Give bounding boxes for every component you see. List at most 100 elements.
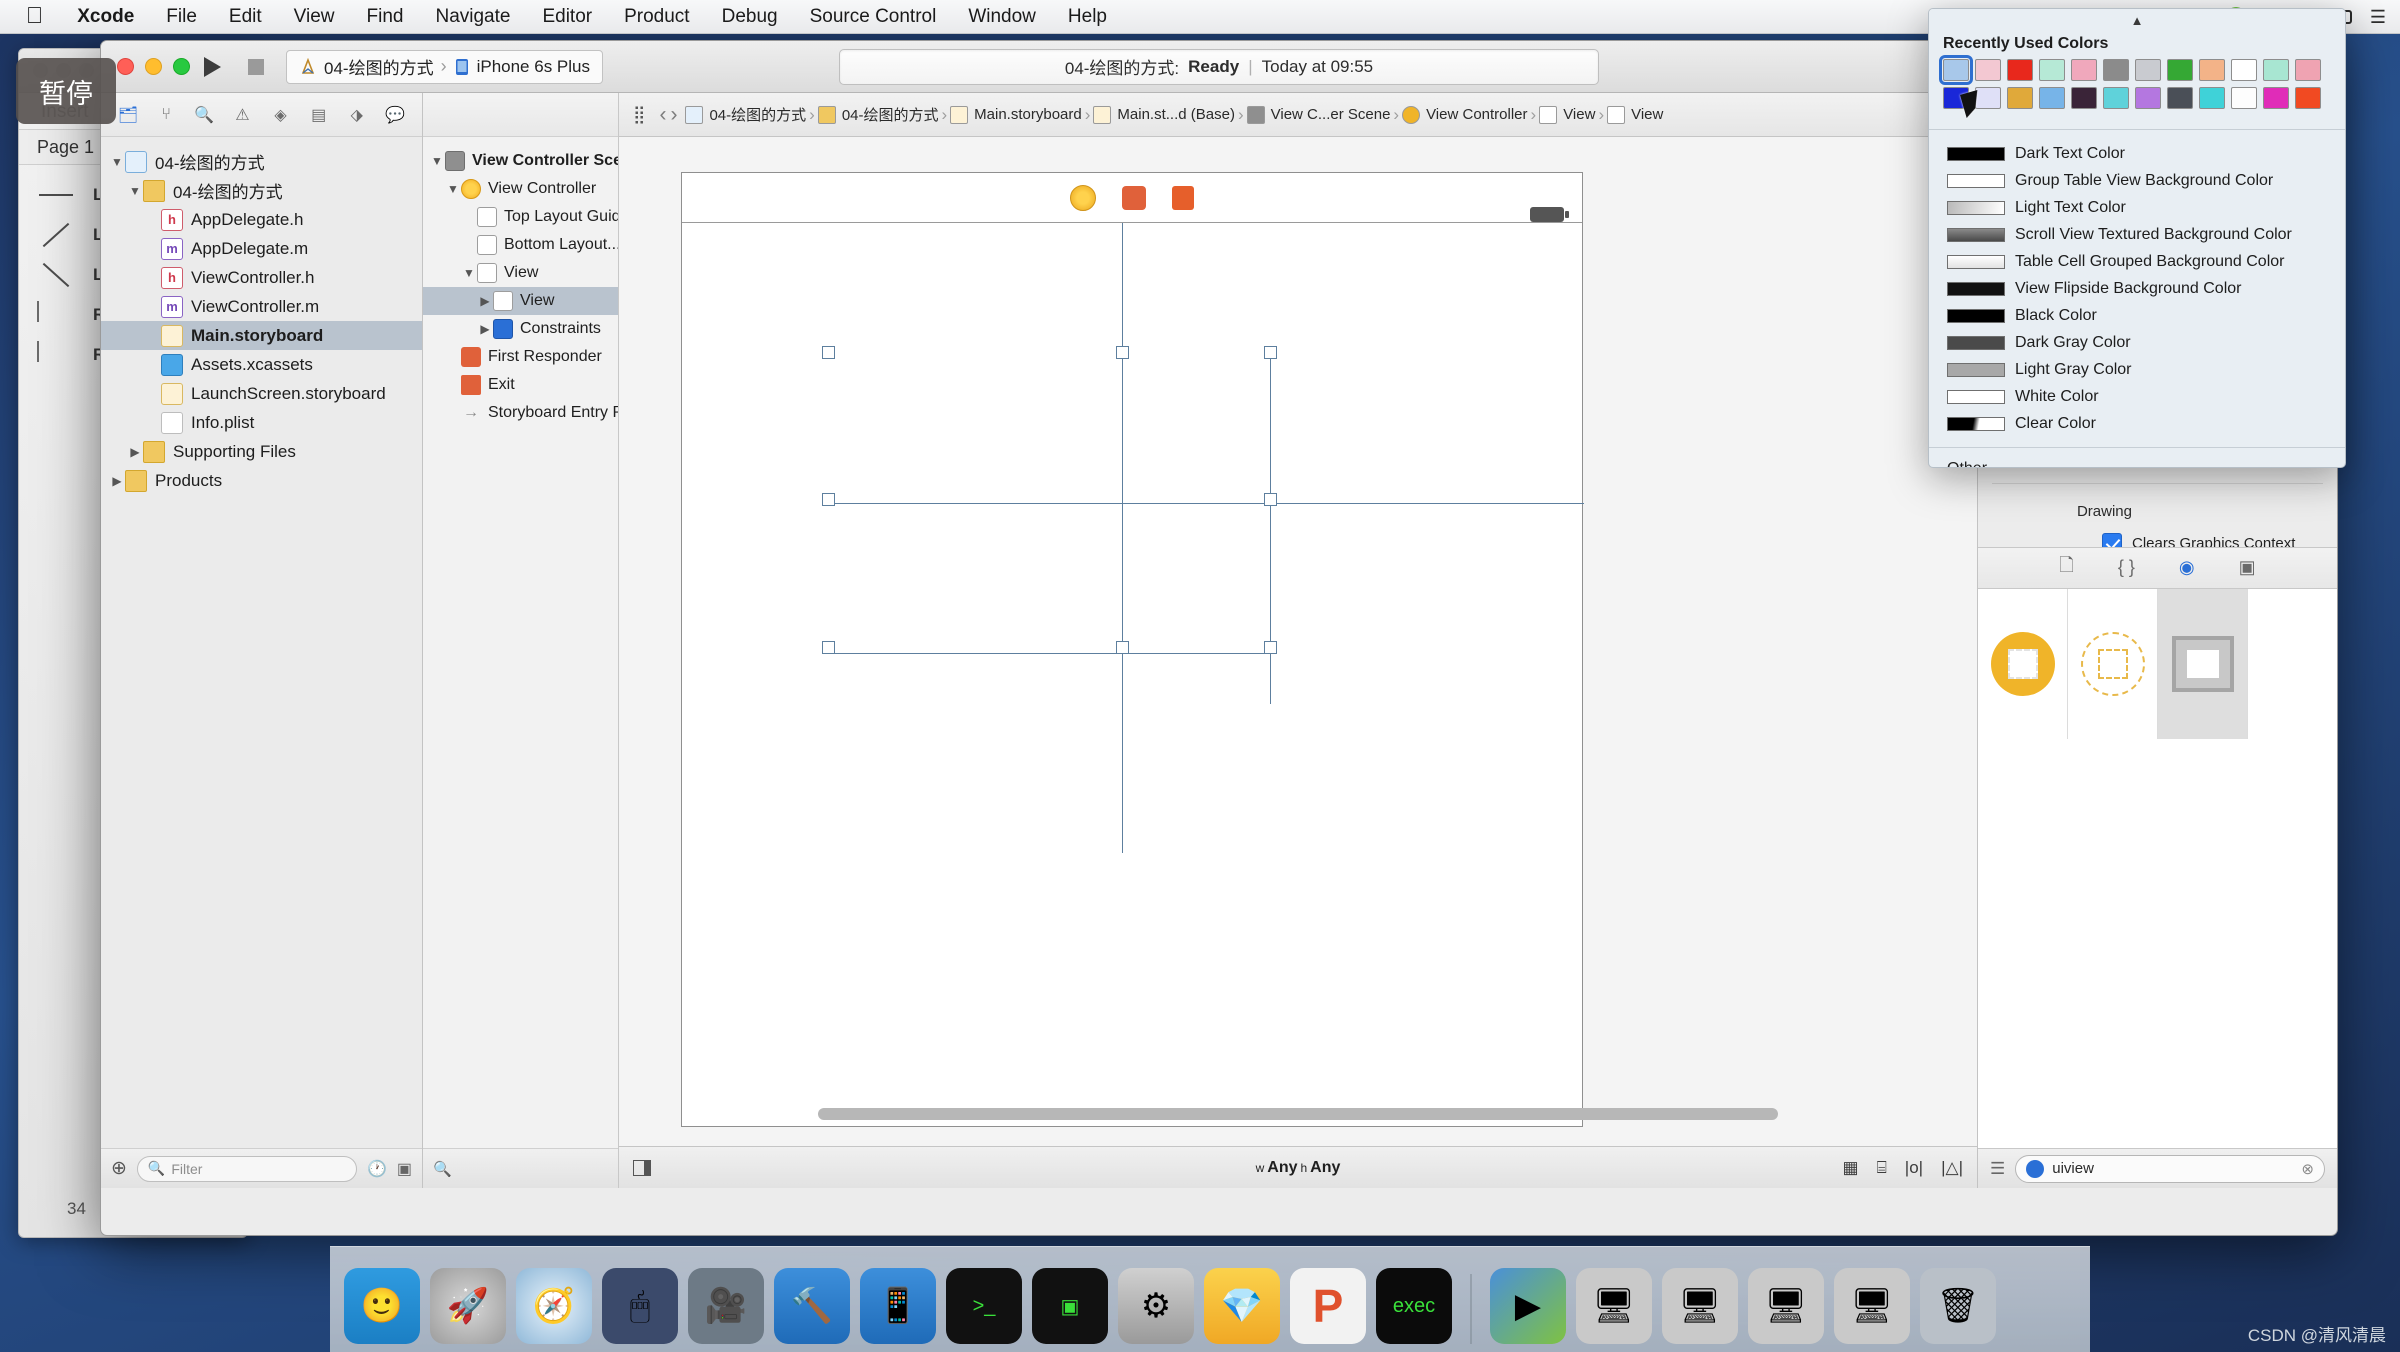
disclosure-open-icon[interactable]: ▼ [429,154,445,168]
view-controller-icon[interactable] [1070,184,1096,211]
file-template-icon[interactable]: 🗋 [2059,553,2073,583]
checkbox-clears-graphics-context[interactable] [2102,533,2122,547]
navigator-row[interactable]: Assets.xcassets [101,350,422,379]
outline-row[interactable]: ▼ View Controller [423,175,618,203]
navigator-selector-bar[interactable]: 🗂 ⑂ 🔍 ⚠ ◈ ▤ ⬗ 💬 [101,93,422,137]
navigator-row[interactable]: ▶ Supporting Files [101,437,422,466]
resize-handle[interactable] [1264,641,1277,654]
dock-item-screenshot-3[interactable]: 🖥 [1748,1268,1824,1344]
dock-item-finder[interactable]: 🙂 [344,1268,420,1344]
color-menu-item[interactable]: Light Gray Color [1929,356,2345,383]
disclosure-open-icon[interactable]: ▼ [109,155,125,169]
menu-extras-icon[interactable]: ☰ [2370,7,2386,28]
dock-item-screenshot-2[interactable]: 🖥 [1662,1268,1738,1344]
checkbox-row[interactable]: Clears Graphics Context [1978,530,2337,547]
resize-handle[interactable] [1264,346,1277,359]
jump-bar-nav[interactable]: ‹ › [659,103,677,127]
breadcrumb-item[interactable]: View C...er Scene [1246,105,1390,124]
device-view-controller[interactable] [681,172,1584,1127]
warning-icon[interactable]: ⚠ [227,102,257,128]
run-button[interactable] [190,50,234,84]
resize-handle[interactable] [822,641,835,654]
color-swatch[interactable] [2167,59,2193,81]
dock-item-system-preferences[interactable]: ⚙ [1118,1268,1194,1344]
menu-item-find[interactable]: Find [351,0,420,34]
menu-item-xcode[interactable]: Xcode [61,0,150,34]
menu-item-source-control[interactable]: Source Control [794,0,953,34]
outline-row[interactable]: Bottom Layout... [423,231,618,259]
media-library-icon[interactable]: ▣ [2239,557,2256,578]
drawing-checkbox-group[interactable]: Clears Graphics ContextClip SubviewsAuto… [1978,530,2337,547]
color-menu-item[interactable]: White Color [1929,383,2345,410]
scene-dock[interactable] [682,173,1582,223]
breadcrumb-item[interactable]: Main.st...d (Base) [1093,105,1235,124]
related-items-icon[interactable]: ⣿ [627,105,651,125]
test-icon[interactable]: ◈ [266,102,296,128]
color-swatch[interactable] [2199,87,2225,109]
library-item-storyboard-reference[interactable] [2068,588,2158,739]
outline-row[interactable]: ▶ Constraints [423,315,618,343]
recently-used-color-swatches[interactable] [1929,55,2345,125]
debug-icon[interactable]: ▤ [304,102,334,128]
resize-handle[interactable] [822,346,835,359]
color-swatch[interactable] [2103,87,2129,109]
align-icon[interactable]: ▦ [1843,1158,1859,1178]
stop-button[interactable] [234,50,278,84]
close-button[interactable] [117,58,134,75]
outline-row[interactable]: Top Layout Guide [423,203,618,231]
outline-row[interactable]: ▶ View [423,287,618,315]
folder-icon[interactable]: 🗂 [113,102,143,128]
breadcrumb-item[interactable]: View [1607,105,1663,124]
color-swatch[interactable] [2007,87,2033,109]
color-menu-item[interactable]: Group Table View Background Color [1929,167,2345,194]
navigator-row[interactable]: Info.plist [101,408,422,437]
color-swatch[interactable] [2071,59,2097,81]
outline-filter-icon[interactable]: 🔍 [433,1160,452,1178]
standard-color-list[interactable]: Dark Text Color Group Table View Backgrou… [1929,134,2345,443]
outline-row[interactable]: ▼ View [423,259,618,287]
color-swatch[interactable] [2103,59,2129,81]
dock-item-paw[interactable]: P [1290,1268,1366,1344]
color-swatch[interactable] [2263,87,2289,109]
minimize-button[interactable] [145,58,162,75]
navigator-row[interactable]: ▶ Products [101,466,422,495]
dock-item-sketch[interactable]: 💎 [1204,1268,1280,1344]
menu-item-file[interactable]: File [150,0,213,34]
disclosure-open-icon[interactable]: ▼ [445,182,461,196]
breadcrumb-item[interactable]: 04-绘图的方式 [817,104,939,125]
menu-item-product[interactable]: Product [608,0,705,34]
navigator-row[interactable]: m AppDelegate.m [101,234,422,263]
navigator-row[interactable]: ▼ 04-绘图的方式 [101,176,422,205]
menu-item-edit[interactable]: Edit [213,0,278,34]
canvas-footer-tools[interactable]: ▦ ⌸ |o| |△| [1843,1158,1963,1178]
menu-item-editor[interactable]: Editor [526,0,608,34]
dock-item-screenshot-4[interactable]: 🖥 [1834,1268,1910,1344]
resizing-behavior-icon[interactable]: |△| [1941,1158,1963,1178]
breakpoint-icon[interactable]: ⬗ [342,102,372,128]
disclosure-closed-icon[interactable]: ▶ [127,445,143,459]
document-outline-tree[interactable]: ▼ View Controller Scene ▼ View Controller To… [423,137,618,1148]
color-swatch[interactable] [2039,87,2065,109]
pin-icon[interactable]: ⌸ [1877,1158,1887,1178]
navigator-row[interactable]: LaunchScreen.storyboard [101,379,422,408]
color-menu-item[interactable]: Light Text Color [1929,194,2345,221]
resize-handle[interactable] [1264,493,1277,506]
color-swatch[interactable] [2135,87,2161,109]
disclosure-open-icon[interactable]: ▼ [127,184,143,198]
scroll-up-arrow-icon[interactable]: ▲ [1929,9,2345,31]
color-swatch[interactable] [2039,59,2065,81]
add-icon[interactable]: ⊕ [111,1157,127,1180]
pause-overlay[interactable]: 暂停 [16,58,116,124]
color-swatch[interactable] [2167,87,2193,109]
other-colors-item[interactable]: Other... [1929,452,2345,467]
color-swatch[interactable] [2231,87,2257,109]
project-navigator-tree[interactable]: ▼ 04-绘图的方式 ▼ 04-绘图的方式 h AppDelegate.h m AppDele… [101,137,422,1148]
document-outline-toggle-icon[interactable] [633,1159,651,1176]
dock-item-safari[interactable]: 🧭 [516,1268,592,1344]
menu-item-view[interactable]: View [278,0,351,34]
chevron-right-icon[interactable]: › [670,103,677,127]
library-item-view[interactable] [2158,588,2248,739]
outline-row[interactable]: Exit [423,371,618,399]
scheme-selector[interactable]: 04-绘图的方式 › iPhone 6s Plus [286,49,603,84]
color-swatch[interactable] [2135,59,2161,81]
